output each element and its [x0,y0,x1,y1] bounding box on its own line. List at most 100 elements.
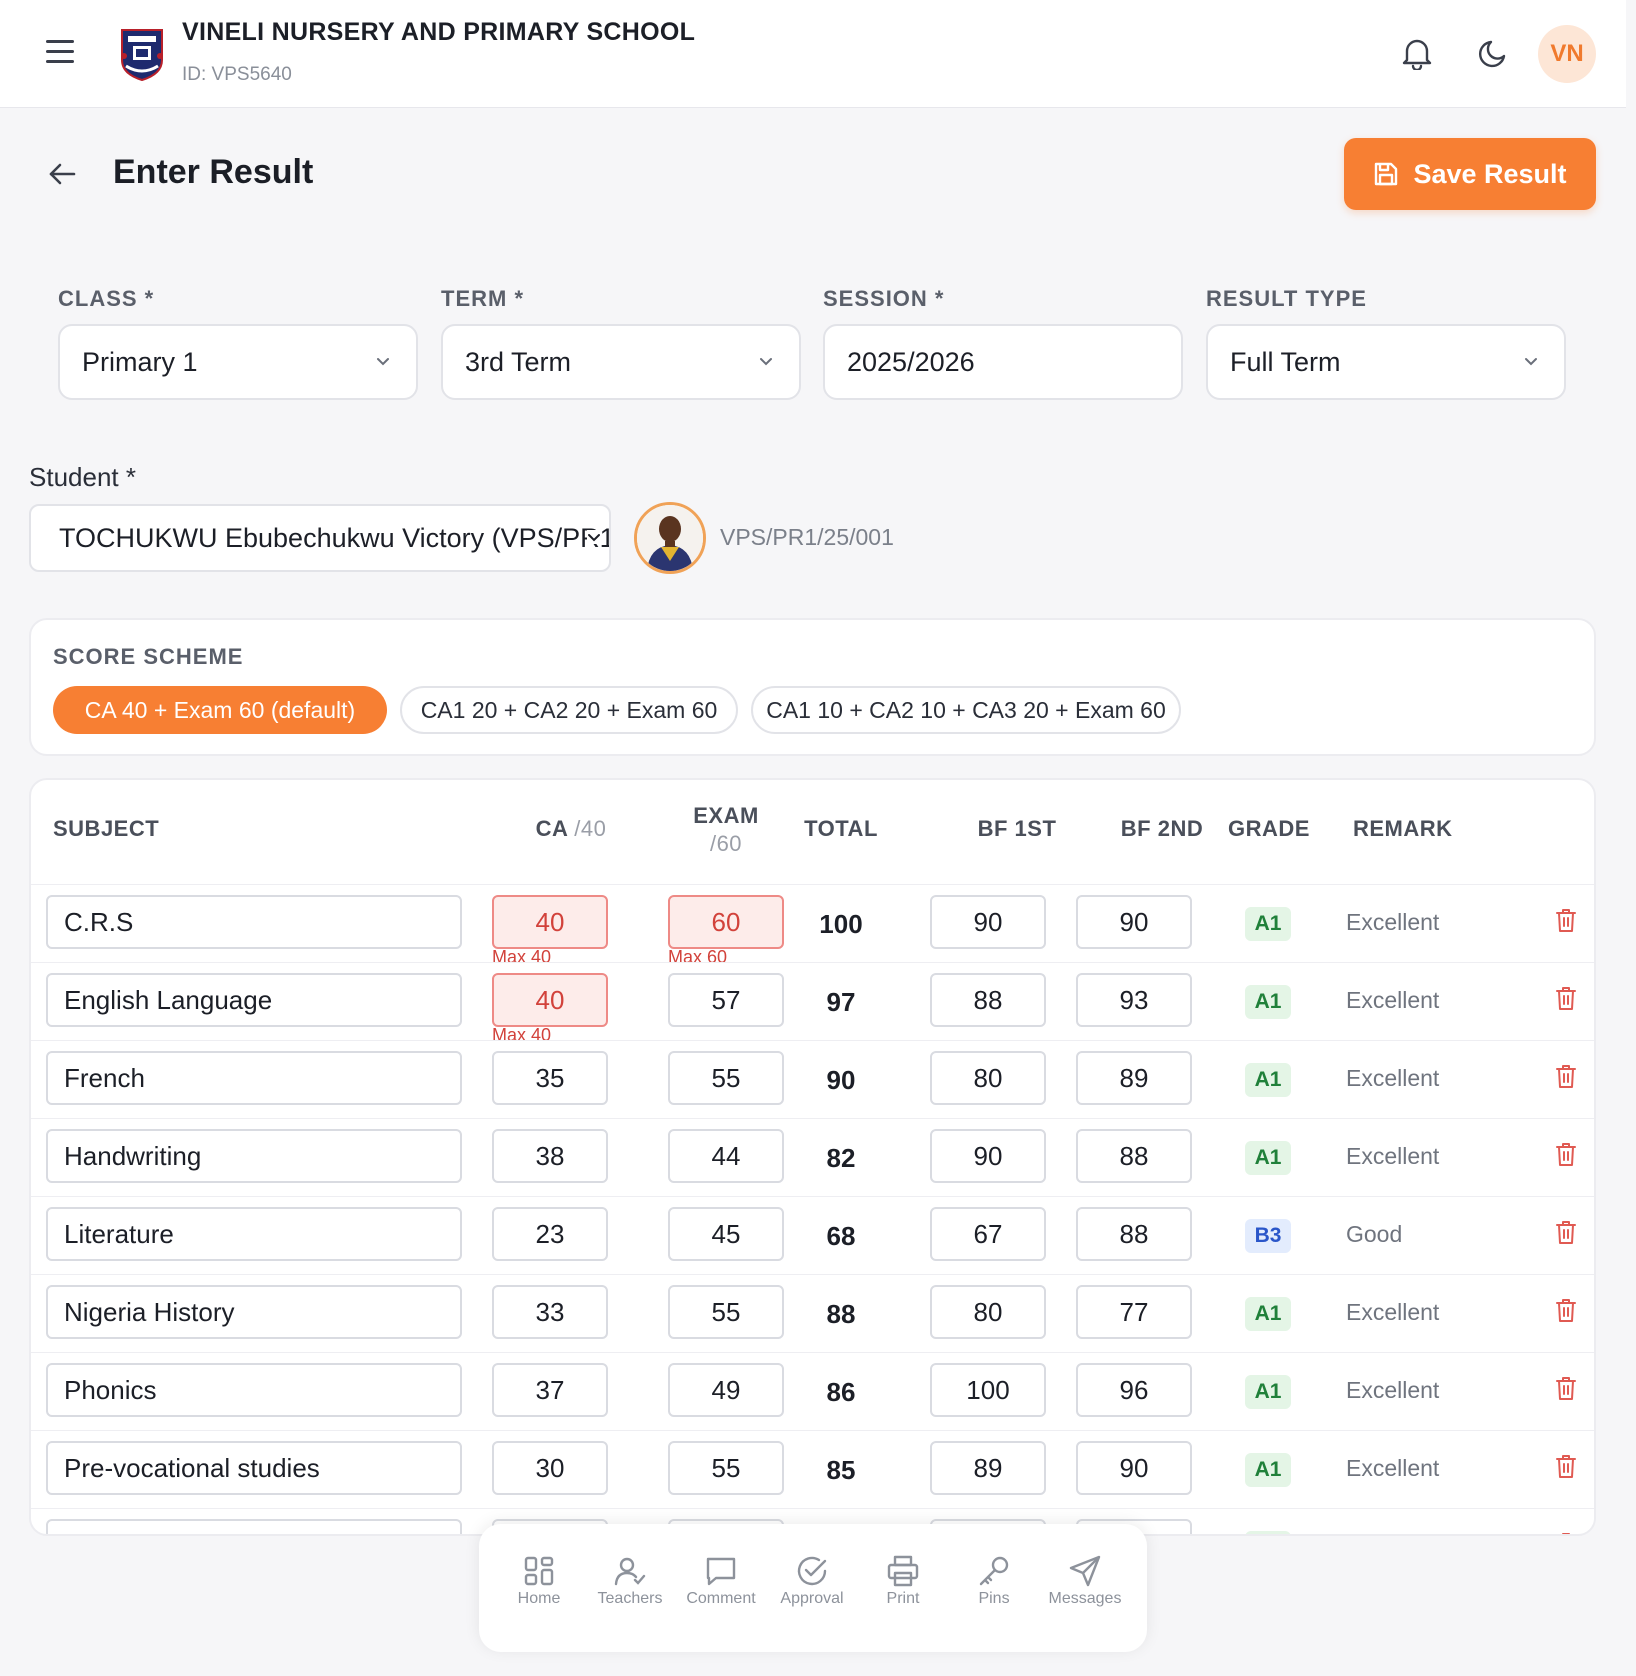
trash-icon[interactable] [1554,1297,1578,1323]
trash-icon[interactable] [1554,1375,1578,1401]
bell-icon[interactable] [1398,34,1436,72]
trash-icon[interactable] [1554,1531,1578,1534]
exam-score-input[interactable]: 49 [668,1363,784,1417]
grade-badge: A1 [1245,1453,1291,1487]
subject-input[interactable]: Phonics [46,1363,462,1417]
exam-score-input[interactable]: 60 [668,895,784,949]
approval-icon [797,1556,827,1586]
ca-score-input[interactable]: 33 [492,1285,608,1339]
subject-input[interactable]: French [46,1051,462,1105]
nav-comment[interactable]: Comment [675,1554,767,1608]
subject-input[interactable]: Pre-vocational studies [46,1441,462,1495]
bf1-score-input[interactable]: 67 [930,1207,1046,1261]
bottom-nav: Home Teachers Comment Approval Print Pin… [479,1524,1147,1652]
save-result-button[interactable]: Save Result [1344,138,1596,210]
bf2-score-input[interactable]: 90 [1076,895,1192,949]
ca-score-input[interactable]: 38 [492,1129,608,1183]
chevron-down-icon [1525,358,1537,366]
exam-score-input[interactable]: 55 [668,1285,784,1339]
bf1-score-input[interactable]: 90 [930,895,1046,949]
trash-icon[interactable] [1554,1453,1578,1479]
bf1-score-input[interactable]: 90 [930,1129,1046,1183]
trash-icon[interactable] [1554,985,1578,1011]
ca-score-input[interactable]: 35 [492,1051,608,1105]
moon-icon[interactable] [1474,34,1512,72]
nav-approval[interactable]: Approval [766,1554,858,1608]
nav-messages[interactable]: Messages [1039,1554,1131,1608]
ca-score-input[interactable]: 30 [492,1441,608,1495]
trash-icon[interactable] [1554,1219,1578,1245]
term-select[interactable]: 3rd Term [441,324,801,400]
back-button[interactable] [44,158,80,190]
bf2-score-input[interactable]: 77 [1076,1285,1192,1339]
ca-score-input[interactable]: 40 [492,973,608,1027]
ca-score-input[interactable]: 40 [492,895,608,949]
total-score: 88 [826,1299,856,1329]
exam-score-input[interactable]: 55 [668,1051,784,1105]
school-id: ID: VPS5640 [182,64,292,85]
bf2-score-input[interactable]: 96 [1076,1363,1192,1417]
bf2-score-input[interactable]: 88 [1076,1129,1192,1183]
bf1-score-input[interactable]: 89 [930,1441,1046,1495]
exam-score-input[interactable]: 57 [668,973,784,1027]
nav-home[interactable]: Home [493,1554,585,1608]
remark-text: Excellent [1346,1533,1439,1534]
header-exam: EXAM/60 [666,802,786,858]
trash-icon[interactable] [1554,1063,1578,1089]
student-photo [634,502,706,574]
subject-input[interactable]: English Language [46,973,462,1027]
user-avatar[interactable]: VN [1538,25,1596,83]
ca-score-input[interactable]: 37 [492,1363,608,1417]
exam-score-input[interactable]: 45 [668,1207,784,1261]
bf1-score-input[interactable]: 100 [930,1363,1046,1417]
subject-input[interactable]: Literature [46,1207,462,1261]
bf1-score-input[interactable]: 80 [930,1051,1046,1105]
trash-icon[interactable] [1554,1141,1578,1167]
scheme-option-2[interactable]: CA1 20 + CA2 20 + Exam 60 [400,686,738,734]
nav-print[interactable]: Print [857,1554,949,1608]
trash-icon[interactable] [1554,907,1578,933]
term-label: TERM * [441,286,524,311]
subject-input[interactable]: C.R.S [46,895,462,949]
grade-badge: A1 [1245,1141,1291,1175]
scheme-option-3[interactable]: CA1 10 + CA2 10 + CA3 20 + Exam 60 [751,686,1181,734]
ca-score-input[interactable]: 23 [492,1207,608,1261]
exam-score-input[interactable]: 55 [668,1441,784,1495]
bf2-score-input[interactable]: 89 [1076,1051,1192,1105]
top-bar: VINELI NURSERY AND PRIMARY SCHOOL ID: VP… [0,0,1626,108]
class-label: CLASS * [58,286,155,311]
nav-pins[interactable]: Pins [948,1554,1040,1608]
subject-input[interactable]: Nigeria History [46,1285,462,1339]
bf2-score-input[interactable]: 90 [1076,1441,1192,1495]
menu-icon[interactable] [46,40,76,64]
total-score: 68 [826,1221,856,1251]
result-type-select[interactable]: Full Term [1206,324,1566,400]
nav-teachers[interactable]: Teachers [584,1554,676,1608]
scheme-option-default[interactable]: CA 40 + Exam 60 (default) [53,686,387,734]
student-select[interactable]: TOCHUKWU Ebubechukwu Victory (VPS/PR1/25… [29,504,611,572]
bf1-score-input[interactable]: 88 [930,973,1046,1027]
header-ca-label: CA [535,816,568,841]
page-title: Enter Result [113,153,314,191]
grade-badge: A1 [1245,985,1291,1019]
bf2-score-input[interactable]: 88 [1076,1207,1192,1261]
class-select[interactable]: Primary 1 [58,324,418,400]
home-grid-icon [524,1556,554,1586]
table-row: French 35 55 90 80 89 A1 Excellent [31,1040,1594,1118]
score-scheme-title: SCORE SCHEME [53,644,244,669]
subject-input[interactable]: Yoruba [46,1519,462,1534]
header-bf1: BF 1ST [977,816,1057,841]
session-input[interactable]: 2025/2026 [823,324,1183,400]
save-icon [1375,162,1398,186]
bf2-score-input[interactable]: 93 [1076,973,1192,1027]
table-row: C.R.S 40 Max 40 60 Max 60 100 90 90 A1 Excellent [31,884,1594,967]
results-table: SUBJECT CA /40 EXAM/60 TOTAL BF 1ST BF 2… [29,778,1596,1536]
student-reg-number: VPS/PR1/25/001 [720,524,894,550]
exam-score-input[interactable]: 44 [668,1129,784,1183]
header-total: TOTAL [804,816,878,841]
subject-input[interactable]: Handwriting [46,1129,462,1183]
remark-text: Excellent [1346,1299,1440,1325]
bf1-score-input[interactable]: 80 [930,1285,1046,1339]
nav-messages-label: Messages [1048,1590,1122,1607]
grade-badge: A1 [1245,1063,1291,1097]
